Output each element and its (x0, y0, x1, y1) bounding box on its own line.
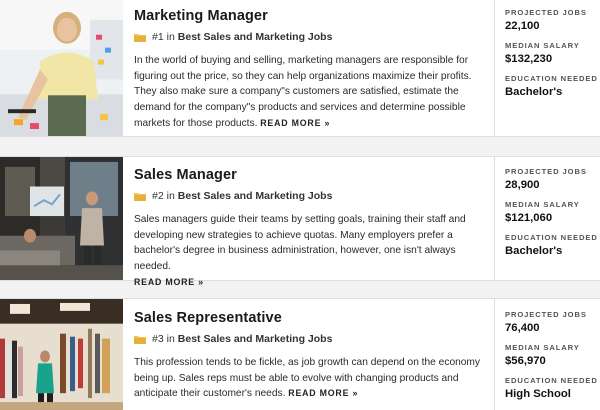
job-description-text: Sales managers guide their teams by sett… (134, 214, 466, 273)
stat-value: $56,970 (505, 355, 546, 367)
job-content: Sales Manager #2 in Best Sales and Marke… (123, 157, 494, 287)
stat-label: EDUCATION NEEDED (505, 376, 598, 385)
stat-education-needed: EDUCATION NEEDED Bachelor's (505, 74, 600, 99)
stat-education-needed: EDUCATION NEEDED High School (505, 376, 600, 401)
job-content: Marketing Manager #1 in Best Sales and M… (123, 0, 494, 136)
job-description: In the world of buying and selling, mark… (134, 53, 482, 132)
job-rank: #3 in Best Sales and Marketing Jobs (134, 332, 484, 346)
job-card: Marketing Manager #1 in Best Sales and M… (0, 0, 600, 137)
stat-label: PROJECTED JOBS (505, 310, 587, 319)
stat-value: 28,900 (505, 179, 540, 191)
stat-label: EDUCATION NEEDED (505, 233, 598, 242)
rank-number: #1 (152, 31, 164, 43)
job-description: Sales managers guide their teams by sett… (134, 212, 482, 291)
stat-median-salary: MEDIAN SALARY $121,060 (505, 200, 600, 225)
stat-label: MEDIAN SALARY (505, 200, 580, 209)
stat-median-salary: MEDIAN SALARY $132,230 (505, 41, 600, 66)
stat-education-needed: EDUCATION NEEDED Bachelor's (505, 233, 600, 258)
stat-projected-jobs: PROJECTED JOBS 76,400 (505, 310, 600, 335)
job-card: Sales Representative #3 in Best Sales an… (0, 298, 600, 410)
job-stats: PROJECTED JOBS 22,100 MEDIAN SALARY $132… (494, 0, 600, 136)
job-rank: #1 in Best Sales and Marketing Jobs (134, 30, 484, 44)
rank-category-link[interactable]: Best Sales and Marketing Jobs (178, 333, 333, 345)
folder-icon (134, 33, 146, 42)
stat-projected-jobs: PROJECTED JOBS 28,900 (505, 167, 600, 192)
rank-category-link[interactable]: Best Sales and Marketing Jobs (178, 31, 333, 43)
job-content: Sales Representative #3 in Best Sales an… (123, 299, 494, 410)
rank-in-text: in (166, 190, 175, 202)
job-list: Marketing Manager #1 in Best Sales and M… (0, 0, 600, 410)
job-title[interactable]: Sales Manager (134, 166, 484, 184)
rank-in-text: in (166, 31, 175, 43)
job-title[interactable]: Marketing Manager (134, 7, 484, 25)
stat-median-salary: MEDIAN SALARY $56,970 (505, 343, 600, 368)
job-stats: PROJECTED JOBS 76,400 MEDIAN SALARY $56,… (494, 299, 600, 410)
read-more-link[interactable]: READ MORE » (260, 118, 330, 128)
stat-label: MEDIAN SALARY (505, 343, 580, 352)
read-more-link[interactable]: READ MORE » (134, 277, 204, 287)
rank-category-link[interactable]: Best Sales and Marketing Jobs (178, 190, 333, 202)
rank-number: #2 (152, 190, 164, 202)
read-more-link[interactable]: READ MORE » (288, 388, 358, 398)
job-card: Sales Manager #2 in Best Sales and Marke… (0, 156, 600, 287)
stat-value: 76,400 (505, 322, 540, 334)
stat-value: $132,230 (505, 53, 553, 65)
rank-number: #3 (152, 333, 164, 345)
job-photo-sales-representative[interactable] (0, 299, 123, 410)
stat-value: High School (505, 388, 571, 400)
stat-label: MEDIAN SALARY (505, 41, 580, 50)
job-photo-sales-manager[interactable] (0, 157, 123, 280)
stat-value: $121,060 (505, 212, 553, 224)
folder-icon (134, 335, 146, 344)
stat-value: Bachelor's (505, 245, 563, 257)
job-title[interactable]: Sales Representative (134, 309, 484, 327)
stat-value: Bachelor's (505, 86, 563, 98)
job-rank: #2 in Best Sales and Marketing Jobs (134, 189, 484, 203)
folder-icon (134, 192, 146, 201)
stat-label: PROJECTED JOBS (505, 8, 587, 17)
stat-label: EDUCATION NEEDED (505, 74, 598, 83)
stat-value: 22,100 (505, 20, 540, 32)
rank-in-text: in (166, 333, 175, 345)
job-photo-marketing-manager[interactable] (0, 0, 123, 136)
stat-label: PROJECTED JOBS (505, 167, 587, 176)
job-stats: PROJECTED JOBS 28,900 MEDIAN SALARY $121… (494, 157, 600, 280)
stat-projected-jobs: PROJECTED JOBS 22,100 (505, 8, 600, 33)
job-description: This profession tends to be fickle, as j… (134, 355, 482, 402)
